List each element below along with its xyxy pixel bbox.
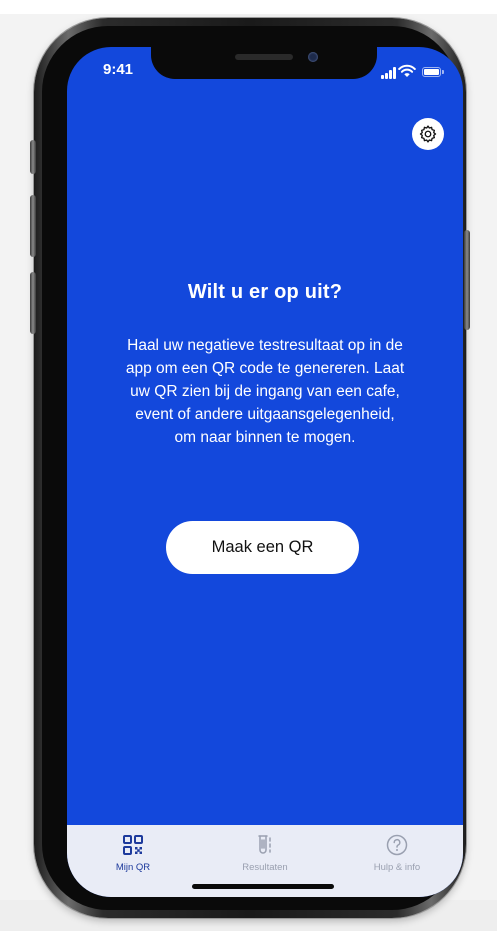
tab-hulp-info[interactable]: Hulp & info [331,833,463,879]
qr-code-icon [123,835,143,855]
battery-icon [422,67,441,77]
page-top-strip [0,0,497,14]
home-indicator[interactable] [192,884,334,889]
tab-label: Hulp & info [373,862,421,873]
volume-down-button [30,272,36,334]
status-icons [381,64,447,79]
wifi-icon [398,64,416,77]
test-tube-icon [258,835,271,854]
volume-up-button [30,195,36,257]
gear-icon [419,125,437,143]
silent-switch [30,140,36,174]
settings-button[interactable] [412,118,444,150]
phone-screen: 9:41 Wilt u er op uit? Haal uw negatieve… [67,47,463,897]
make-qr-button[interactable]: Maak een QR [166,521,359,574]
status-time: 9:41 [103,61,134,78]
page-title: Wilt u er op uit? [187,281,343,303]
description-line: Haal uw negatieve testresultaat op in de [127,337,403,354]
description-text: Haal uw negatieve testresultaat op in de… [95,334,435,449]
power-button [464,230,470,330]
earpiece-speaker [235,54,293,60]
tab-resultaten[interactable]: Resultaten [199,833,331,879]
tab-label: Mijn QR [115,862,151,873]
notch [151,47,377,79]
tab-mijn-qr[interactable]: Mijn QR [67,833,199,879]
front-camera [308,52,318,62]
make-qr-button-label: Maak een QR [211,538,314,556]
description-line: uw QR zien bij de ingang van een cafe, [130,383,400,400]
help-circle-icon [386,834,408,856]
tab-label: Resultaten [242,862,288,873]
description-line: app om een QR code te genereren. Laat [125,360,405,377]
description-line: om naar binnen te mogen. [174,429,356,446]
description-line: event of andere uitgaansgelegenheid, [135,406,395,423]
